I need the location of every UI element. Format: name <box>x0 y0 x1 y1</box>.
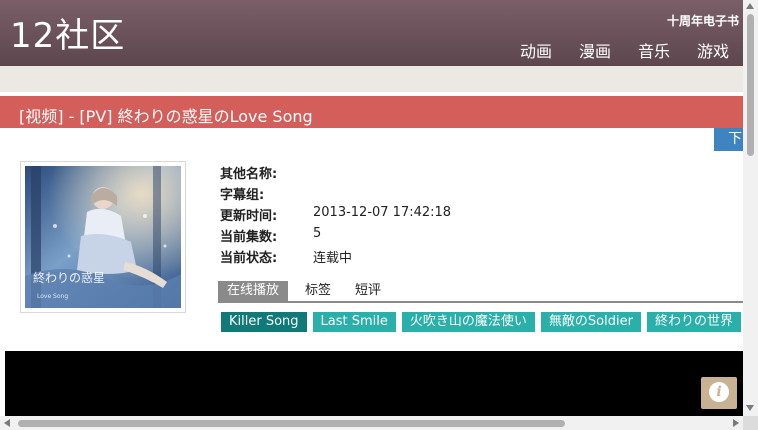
episode-button[interactable]: 火吹き山の魔法使い <box>401 312 535 332</box>
info-row-update-time: 更新时间: 2013-12-07 17:42:18 <box>220 205 580 225</box>
info-value: 5 <box>313 226 322 241</box>
content-tabs: 在线播放 标签 短评 <box>218 281 743 303</box>
info-row-status: 当前状态: 连载中 <box>220 247 580 267</box>
info-button[interactable]: i <box>701 377 737 409</box>
info-label: 字幕组: <box>220 188 265 203</box>
site-logo[interactable]: 12社区 <box>10 14 125 58</box>
nav-item-game[interactable]: 游戏 <box>697 38 729 62</box>
info-icon: i <box>709 382 729 402</box>
info-row-episode-count: 当前集数: 5 <box>220 226 580 246</box>
ebook-link[interactable]: 十周年电子书 <box>667 12 739 29</box>
scroll-right-icon[interactable] <box>733 419 739 427</box>
cover-image-frame: 終わりの惑星 Love Song <box>20 161 186 313</box>
info-value: 2013-12-07 17:42:18 <box>313 205 452 220</box>
info-row-subtitle-group: 字幕组: <box>220 184 580 204</box>
info-row-other-names: 其他名称: <box>220 163 580 183</box>
svg-text:終わりの惑星: 終わりの惑星 <box>33 270 105 285</box>
episode-list: Killer Song Last Smile 火吹き山の魔法使い 無敵のSoldier… <box>221 310 743 332</box>
info-label: 当前集数: <box>220 230 278 245</box>
scroll-down-icon[interactable] <box>746 405 754 411</box>
nav-item-anime[interactable]: 动画 <box>520 38 552 62</box>
cover-image: 終わりの惑星 Love Song <box>25 166 181 308</box>
video-player[interactable] <box>5 351 743 416</box>
tab-online-play[interactable]: 在线播放 <box>218 281 289 301</box>
tab-tags[interactable]: 标签 <box>305 281 331 301</box>
info-value: 连载中 <box>313 251 353 266</box>
tab-comments[interactable]: 短评 <box>355 281 381 301</box>
scrollbar-corner <box>743 416 758 430</box>
nav-item-music[interactable]: 音乐 <box>638 38 670 62</box>
vertical-scrollbar[interactable] <box>743 0 758 416</box>
main-nav: 动画 漫画 音乐 游戏 <box>493 38 729 62</box>
nav-item-manga[interactable]: 漫画 <box>579 38 611 62</box>
horizontal-scrollbar[interactable] <box>0 416 743 430</box>
info-label: 当前状态: <box>220 251 278 266</box>
page-title: [视频] - [PV] 終わりの惑星のLove Song <box>19 107 313 126</box>
episode-button[interactable]: 終わりの世界 <box>646 312 741 332</box>
svg-text:Love Song: Love Song <box>37 293 68 300</box>
scroll-left-icon[interactable] <box>4 419 10 427</box>
episode-button[interactable]: 無敵のSoldier <box>540 312 641 332</box>
episode-button[interactable]: Last Smile <box>312 312 396 332</box>
info-label: 更新时间: <box>220 209 278 224</box>
sub-bar <box>0 66 743 92</box>
episode-button[interactable]: Killer Song <box>221 312 307 332</box>
title-bar: [视频] - [PV] 終わりの惑星のLove Song <box>0 96 743 128</box>
horizontal-scroll-thumb[interactable] <box>18 420 565 427</box>
site-header: 12社区 十周年电子书 动画 漫画 音乐 游戏 <box>0 0 743 66</box>
vertical-scroll-thumb[interactable] <box>747 14 754 156</box>
download-button[interactable]: 下 <box>714 128 743 151</box>
scroll-up-icon[interactable] <box>746 3 754 9</box>
info-label: 其他名称: <box>220 167 278 182</box>
